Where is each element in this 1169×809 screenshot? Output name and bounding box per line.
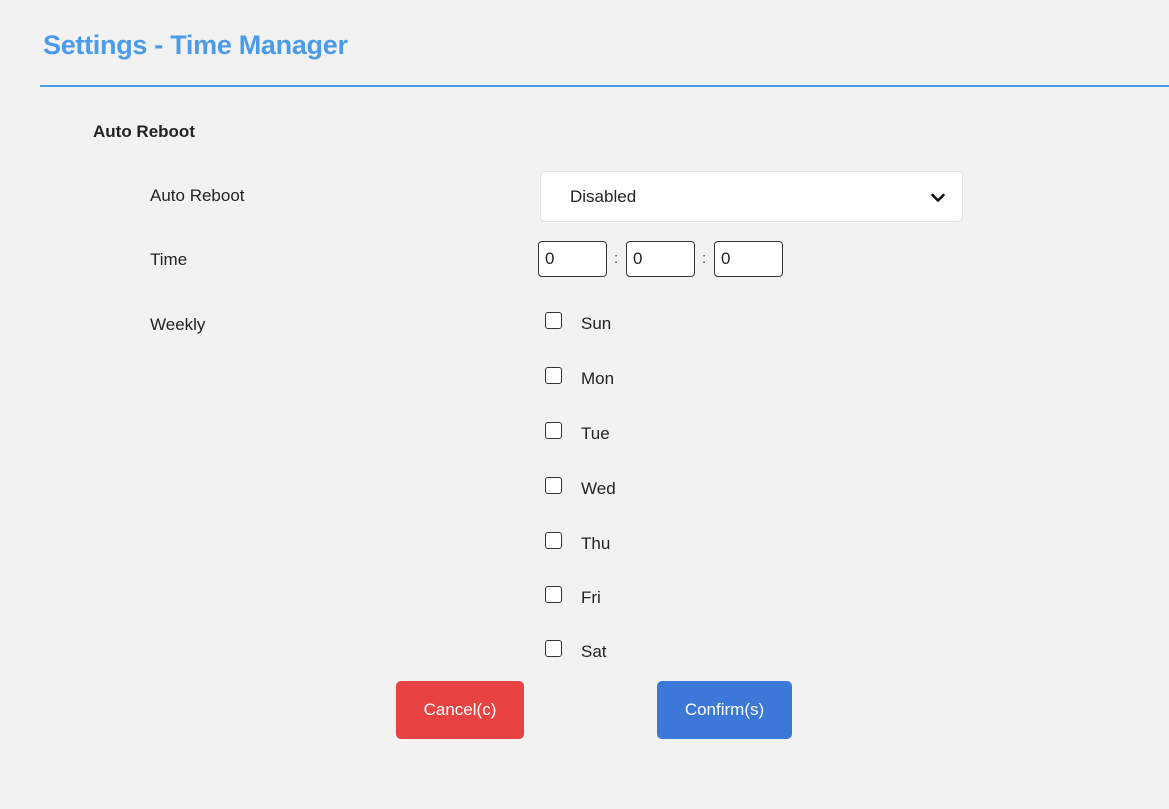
chevron-down-icon [931,193,945,202]
checkbox[interactable] [545,477,562,494]
page-header: Settings - Time Manager [40,0,1169,87]
weekday-label: Tue [581,424,610,443]
time-seconds-input[interactable] [714,241,783,277]
time-label: Time [150,250,188,269]
auto-reboot-select[interactable]: Disabled [540,171,963,222]
checkbox[interactable] [545,640,562,657]
time-minutes-input[interactable] [626,241,695,277]
confirm-button[interactable]: Confirm(s) [657,681,792,739]
weekday-label: Wed [581,479,616,498]
time-separator: : [702,250,707,267]
section-title: Auto Reboot [93,122,195,141]
weekday-label: Fri [581,588,601,607]
auto-reboot-label: Auto Reboot [150,186,245,205]
checkbox[interactable] [545,586,562,603]
weekday-label: Mon [581,369,615,388]
weekly-label: Weekly [150,315,206,334]
time-separator: : [614,250,619,267]
checkbox[interactable] [545,532,562,549]
auto-reboot-selected-value: Disabled [570,187,637,206]
page-title: Settings - Time Manager [43,30,348,60]
checkbox[interactable] [545,367,562,384]
time-hours-input[interactable] [538,241,607,277]
cancel-button[interactable]: Cancel(c) [396,681,524,739]
weekday-label: Sat [581,642,607,661]
weekday-label: Thu [581,534,611,553]
weekday-label: Sun [581,314,612,333]
checkbox[interactable] [545,312,562,329]
checkbox[interactable] [545,422,562,439]
